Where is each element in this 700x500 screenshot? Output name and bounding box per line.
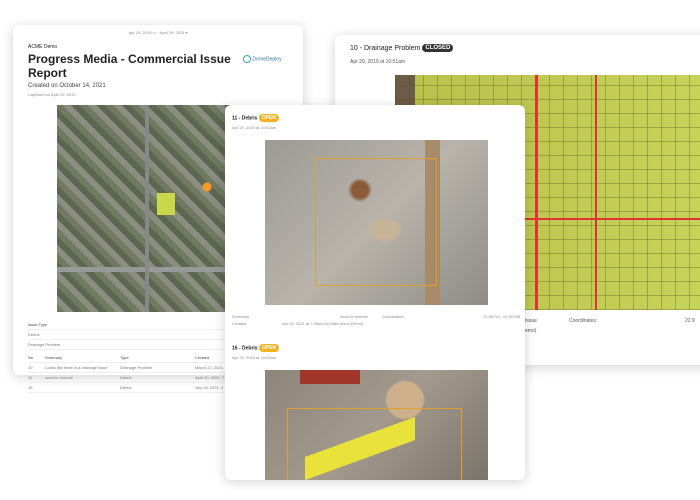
debris-issues-page: 11 - Debris OPEN Apr 29, 2019 at 10:51am… bbox=[225, 105, 525, 480]
issue-date: Apr 29, 2019 at 10:51am bbox=[232, 125, 277, 130]
status-badge: CLOSED bbox=[422, 44, 454, 52]
date-range[interactable]: Apr 29, 2019 ▭ › April 29, 2019 ▾ bbox=[13, 30, 303, 35]
debris-photo bbox=[265, 140, 488, 305]
issue-title: 16 - Debris OPEN bbox=[232, 344, 280, 352]
issue-date: Apr 29, 2019 at 10:51am bbox=[232, 355, 277, 360]
issue-title: 11 - Debris OPEN bbox=[232, 114, 279, 122]
debris-photo bbox=[265, 370, 488, 480]
annotation-box bbox=[287, 408, 462, 480]
created-date: Created on October 14, 2021 bbox=[28, 83, 106, 89]
captured-date: Captured on April 29, 2019 bbox=[28, 92, 76, 97]
status-badge: OPEN bbox=[258, 114, 279, 122]
org-name: ACME Demo bbox=[28, 44, 58, 50]
issue-title: 10 - Drainage Problem CLOSED bbox=[350, 44, 454, 52]
dronedeploy-logo: DroneDeploy bbox=[243, 55, 282, 63]
aerial-map[interactable] bbox=[57, 105, 250, 312]
annotation-box bbox=[315, 158, 437, 286]
status-badge: OPEN bbox=[258, 344, 280, 352]
issue-date: Apr 29, 2019 at 10:51am bbox=[350, 59, 406, 65]
page-title: Progress Media - Commercial Issue Report bbox=[28, 52, 231, 80]
